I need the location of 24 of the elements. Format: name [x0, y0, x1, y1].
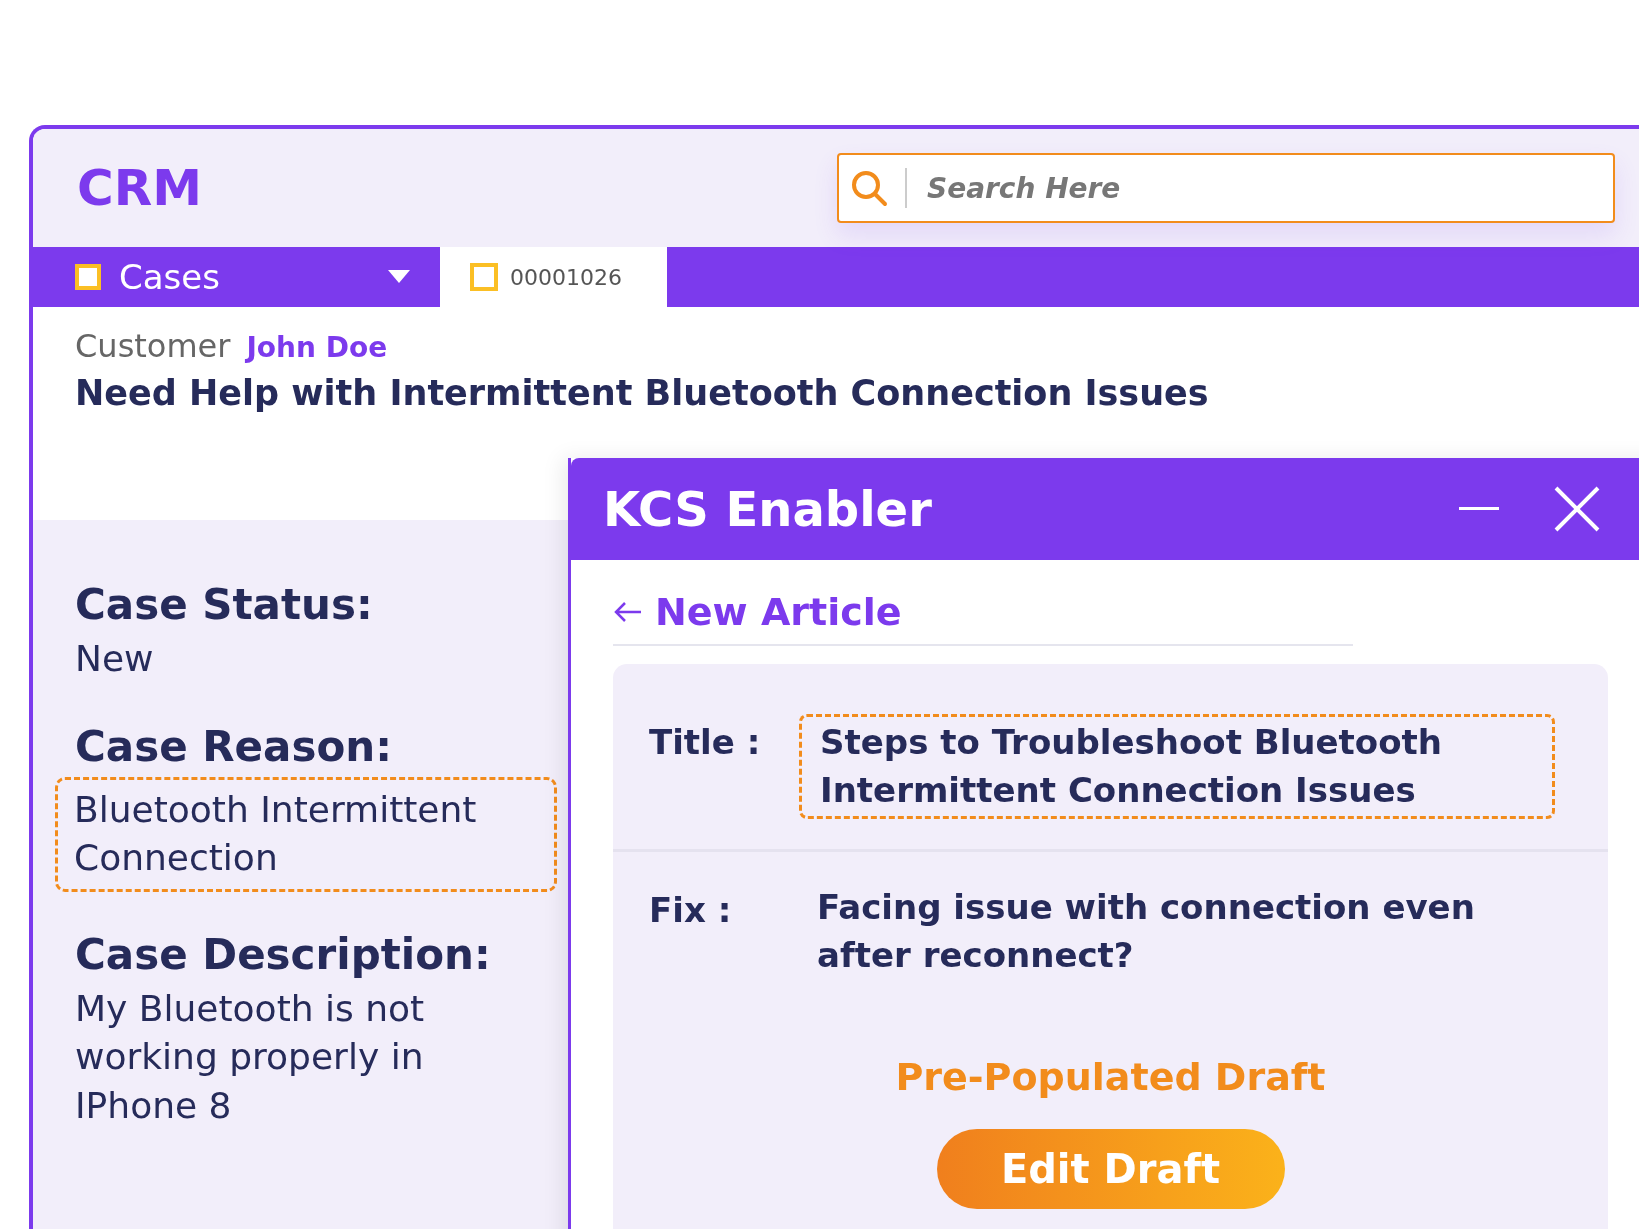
customer-link[interactable]: John Doe — [246, 331, 388, 364]
detail-value: New — [75, 637, 155, 681]
detail-label: Case Reason: — [75, 721, 393, 771]
case-subject: Need Help with Intermittent Bluetooth Connection Issues — [75, 373, 1210, 413]
crm-logo: CRM — [77, 159, 202, 217]
square-icon — [75, 264, 101, 290]
field-label: Title : — [649, 721, 762, 762]
detail-value: My Bluetooth is not working properly in IPhone 8 — [75, 986, 426, 1128]
record-tab[interactable]: 00001026 — [440, 247, 667, 307]
back-link[interactable]: New Article — [613, 590, 1353, 646]
field-value: Facing issue with connection even after reconnect? — [816, 886, 1476, 977]
search-field[interactable]: Search Here — [837, 153, 1615, 223]
detail-label: Case Status: — [75, 580, 374, 629]
customer-label: Customer — [75, 327, 231, 365]
detail-label: Case Description: — [75, 929, 492, 979]
minimize-icon[interactable] — [1459, 507, 1499, 511]
detail-value: Bluetooth Intermittent Connection — [55, 776, 557, 892]
field-label: Fix : — [649, 889, 733, 931]
panel-title: KCS Enabler — [603, 481, 932, 537]
back-arrow-icon — [613, 600, 643, 624]
draft-note: Pre-Populated Draft — [894, 1055, 1327, 1100]
caret-icon — [388, 270, 410, 284]
field-value: Steps to Troubleshoot Bluetooth Intermittent Connection Issues — [799, 714, 1555, 820]
close-icon[interactable] — [1553, 485, 1601, 533]
